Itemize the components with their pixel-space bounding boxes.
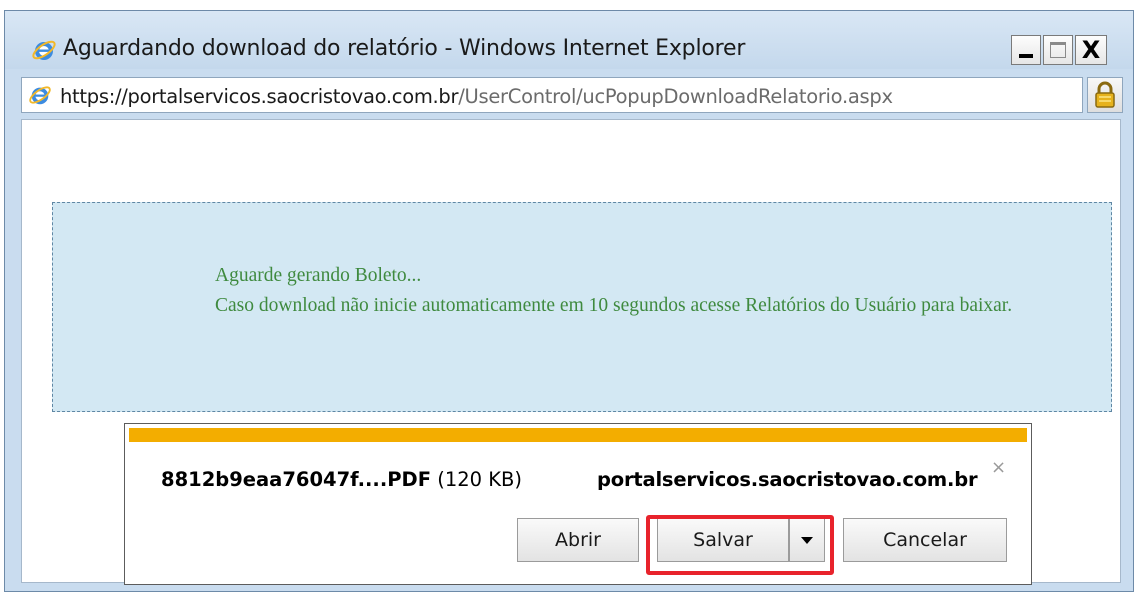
download-filesize: (120 KB) [437, 468, 523, 491]
close-icon: X [1081, 36, 1101, 64]
download-filename: 8812b9eaa76047f....PDF [161, 468, 432, 491]
cancel-button[interactable]: Cancelar [843, 518, 1007, 562]
internet-explorer-icon [32, 40, 56, 60]
maximize-icon [1050, 42, 1066, 58]
address-bar[interactable]: https://portalservicos.saocristovao.com.… [21, 77, 1083, 113]
notification-accent-bar [129, 428, 1027, 442]
internet-explorer-icon [29, 86, 51, 105]
url-domain: portalservicos.saocristovao.com.br [127, 85, 459, 108]
url-path: /UserControl/ucPopupDownloadRelatorio.as… [458, 85, 893, 108]
url-prefix: https:// [60, 85, 128, 108]
lock-icon [1095, 81, 1115, 108]
close-window-button[interactable]: X [1075, 35, 1107, 65]
message-box: Aguarde gerando Boleto... Caso download … [52, 202, 1112, 412]
title-bar[interactable]: Aguardando download do relatório - Windo… [5, 11, 1133, 69]
message-text: Aguarde gerando Boleto... Caso download … [215, 261, 1085, 321]
notification-close-icon[interactable]: × [991, 457, 1006, 478]
window-title: Aguardando download do relatório - Windo… [63, 36, 746, 61]
address-url: https://portalservicos.saocristovao.com.… [60, 85, 893, 108]
save-highlight-frame [646, 515, 834, 575]
download-site: portalservicos.saocristovao.com.br [597, 468, 978, 491]
minimize-icon [1019, 54, 1033, 58]
message-line-2: Caso download não inicie automaticamente… [215, 295, 1013, 316]
download-file-info: 8812b9eaa76047f....PDF (120 KB) [161, 468, 522, 491]
minimize-button[interactable] [1011, 35, 1041, 65]
download-notification: 8812b9eaa76047f....PDF (120 KB) portalse… [124, 423, 1032, 585]
message-line-1: Aguarde gerando Boleto... [215, 265, 422, 286]
open-button[interactable]: Abrir [517, 518, 639, 562]
maximize-button[interactable] [1043, 35, 1073, 65]
security-lock-button[interactable] [1087, 77, 1123, 113]
